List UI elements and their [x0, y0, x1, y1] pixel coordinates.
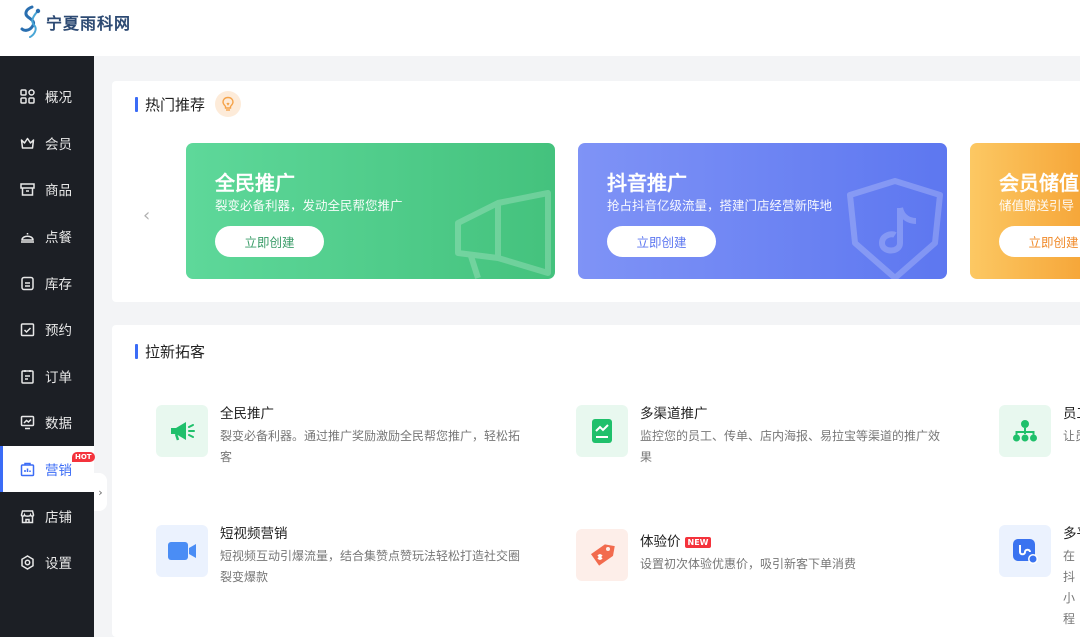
- promo-desc: 抢占抖音亿级流量，搭建门店经营新阵地: [607, 198, 833, 213]
- create-now-button[interactable]: 立即创建: [607, 226, 716, 257]
- feature-name: 全民推广: [220, 406, 274, 422]
- feature-multi-platform[interactable]: 多平 在抖小程: [999, 525, 1080, 630]
- feature-staff[interactable]: 员工 让员: [999, 405, 1080, 457]
- feature-name: 体验价: [640, 534, 681, 550]
- feature-desc: 让员: [1063, 429, 1080, 443]
- feature-desc: 监控您的员工、传单、店内海报、易拉宝等渠道的推广效果: [640, 429, 941, 464]
- douyin-shield-watermark-icon: [847, 178, 943, 279]
- promo-card-douyin[interactable]: 抖音推广 抢占抖音亿级流量，搭建门店经营新阵地 立即创建: [578, 143, 947, 279]
- promo-card-referral[interactable]: 全民推广 裂变必备利器，发动全民帮您推广 立即创建: [186, 143, 555, 279]
- customer-acquisition-panel: 拉新拓客 全民推广 裂变必备利器。通过推广奖励激励全民帮您推广，轻松拓客 多渠道…: [112, 325, 1080, 637]
- sidebar-item-label: 概况: [45, 90, 72, 106]
- feature-name-row: 体验价 NEW: [640, 533, 856, 551]
- feature-short-video[interactable]: 短视频营销 短视频互动引爆流量，结合集赞点赞玩法轻松打造社交圈裂变爆款: [156, 525, 526, 588]
- sidebar-item-overview[interactable]: 概况: [0, 73, 94, 119]
- create-now-button[interactable]: 立即创建: [215, 226, 324, 257]
- feature-referral[interactable]: 全民推广 裂变必备利器。通过推广奖励激励全民帮您推广，轻松拓客: [156, 405, 526, 468]
- sidebar-item-members[interactable]: 会员: [0, 120, 94, 166]
- feature-name: 员工: [1063, 406, 1080, 422]
- sidebar-item-label: 设置: [45, 556, 72, 572]
- feature-multi-channel[interactable]: 多渠道推广 监控您的员工、传单、店内海报、易拉宝等渠道的推广效果: [576, 405, 946, 468]
- sidebar-item-label: 数据: [45, 416, 72, 432]
- sidebar-item-products[interactable]: 商品: [0, 166, 94, 212]
- feature-desc: 裂变必备利器。通过推广奖励激励全民帮您推广，轻松拓客: [220, 429, 521, 464]
- sidebar-item-label: 营销: [45, 463, 72, 479]
- feature-name: 多平: [1063, 526, 1080, 542]
- chevron-right-icon: ›: [98, 485, 103, 499]
- channel-chart-icon: [576, 405, 628, 457]
- order-icon: [19, 368, 35, 384]
- sidebar-item-label: 点餐: [45, 230, 72, 246]
- sidebar-item-orders[interactable]: 订单: [0, 353, 94, 399]
- megaphone-watermark-icon: [455, 190, 551, 279]
- feature-name: 多渠道推广: [640, 406, 708, 422]
- brand-name: 宁夏雨科网: [46, 14, 132, 33]
- crown-icon: [19, 135, 35, 151]
- sidebar-item-marketing[interactable]: 营销 HOT: [0, 446, 95, 492]
- sidebar-item-label: 商品: [45, 183, 72, 199]
- sidebar-item-store[interactable]: 店铺: [0, 493, 94, 539]
- sidebar-item-inventory[interactable]: 库存: [0, 260, 94, 306]
- section-title-text: 热门推荐: [145, 95, 206, 114]
- logo-mark-icon: [20, 5, 41, 38]
- org-tree-icon: [999, 405, 1051, 457]
- inventory-icon: [19, 275, 35, 291]
- feature-desc: 在抖小程: [1063, 549, 1076, 626]
- create-now-button[interactable]: 立即创建: [999, 226, 1080, 257]
- dish-icon: [19, 228, 35, 244]
- hot-recommend-panel: 热门推荐 ‹ 全民推广 裂变必备利器，发动全民帮您推广 立即创建 抖音推广 抢占…: [112, 81, 1080, 302]
- feature-name: 短视频营销: [220, 526, 288, 542]
- data-icon: [19, 414, 35, 430]
- miniapp-link-icon: [999, 525, 1051, 577]
- sidebar-item-label: 订单: [45, 370, 72, 386]
- brand-logo[interactable]: 宁夏雨科网: [18, 5, 131, 39]
- marketing-icon: [19, 461, 35, 477]
- settings-icon: [19, 554, 35, 570]
- sidebar-collapse-button[interactable]: ›: [94, 473, 107, 511]
- lightbulb-icon: [215, 91, 242, 117]
- section-title: 拉新拓客: [135, 341, 205, 362]
- sidebar-item-ordering[interactable]: 点餐: [0, 213, 94, 259]
- title-accent-bar: [135, 96, 138, 112]
- price-tag-icon: [576, 529, 628, 581]
- dashboard-icon: [19, 88, 35, 104]
- sidebar-item-data[interactable]: 数据: [0, 399, 94, 445]
- title-accent-bar: [135, 344, 138, 359]
- sidebar-item-label: 店铺: [45, 510, 72, 526]
- video-camera-icon: [156, 525, 208, 577]
- section-title-text: 拉新拓客: [145, 343, 206, 361]
- sidebar-item-booking[interactable]: 预约: [0, 306, 94, 352]
- feature-trial-price[interactable]: 体验价 NEW 设置初次体验优惠价，吸引新客下单消费: [576, 529, 946, 581]
- top-bar: 宁夏雨科网: [0, 0, 1080, 56]
- calendar-check-icon: [19, 321, 35, 337]
- product-icon: [19, 181, 35, 197]
- promo-title: 全民推广: [215, 171, 295, 195]
- promo-title: 抖音推广: [607, 171, 687, 195]
- carousel-prev-icon[interactable]: ‹: [143, 205, 150, 226]
- feature-desc: 短视频互动引爆流量，结合集赞点赞玩法轻松打造社交圈裂变爆款: [220, 549, 521, 584]
- megaphone-icon: [156, 405, 208, 457]
- sidebar: 概况 会员 商品 点餐 库存 预约 订单 数据 营销 HOT 店铺 设置: [0, 56, 95, 637]
- promo-desc: 裂变必备利器，发动全民帮您推广: [215, 198, 403, 213]
- section-title: 热门推荐: [135, 91, 242, 117]
- hot-badge: HOT: [72, 452, 95, 462]
- promo-title: 会员储值: [999, 171, 1079, 195]
- new-badge: NEW: [684, 536, 712, 548]
- sidebar-item-label: 库存: [45, 277, 72, 293]
- feature-desc: 设置初次体验优惠价，吸引新客下单消费: [640, 557, 857, 571]
- store-icon: [19, 508, 35, 524]
- promo-card-member-stored-value[interactable]: 会员储值 储值赠送引导 立即创建: [970, 143, 1080, 279]
- sidebar-item-label: 会员: [45, 137, 72, 153]
- sidebar-item-label: 预约: [45, 323, 72, 339]
- sidebar-item-settings[interactable]: 设置: [0, 539, 94, 585]
- promo-desc: 储值赠送引导: [999, 198, 1075, 213]
